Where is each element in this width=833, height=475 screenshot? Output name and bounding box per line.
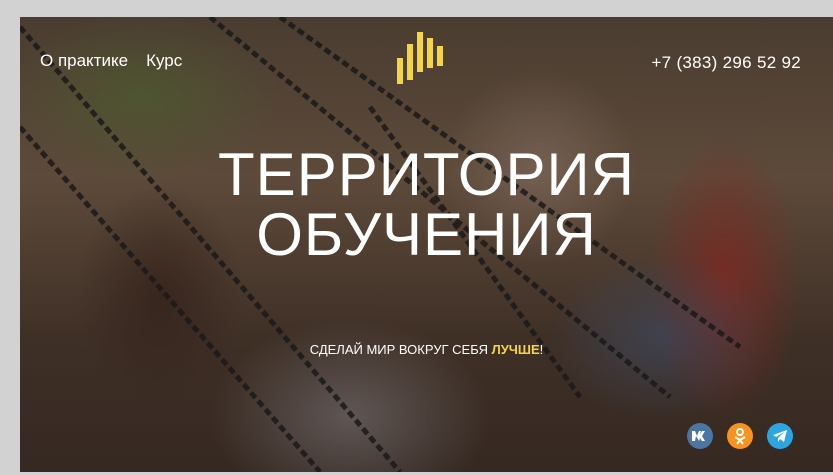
hero-title-line2: ОБУЧЕНИЯ [256,201,597,268]
tagline-prefix: СДЕЛАЙ МИР ВОКРУГ СЕБЯ [309,342,492,357]
hero-tagline: СДЕЛАЙ МИР ВОКРУГ СЕБЯ ЛУЧШЕ! [20,342,833,357]
logo-icon[interactable] [395,28,451,91]
hero-title: ТЕРРИТОРИЯ ОБУЧЕНИЯ [20,145,833,265]
tagline-suffix: ! [539,342,544,357]
vk-icon[interactable] [687,423,713,449]
odnoklassniki-icon[interactable] [727,423,753,449]
phone-number[interactable]: +7 (383) 296 52 92 [651,53,801,73]
nav-link-practice[interactable]: О практике [40,51,128,71]
telegram-icon[interactable] [767,423,793,449]
hero-section: О практике Курс +7 (383) 296 52 92 ТЕРРИ… [20,17,833,472]
nav-link-course[interactable]: Курс [146,51,182,71]
social-links [687,423,793,449]
main-nav: О практике Курс [40,51,182,71]
hero-title-line1: ТЕРРИТОРИЯ [218,141,635,208]
tagline-highlight: ЛУЧШЕ [491,342,540,357]
